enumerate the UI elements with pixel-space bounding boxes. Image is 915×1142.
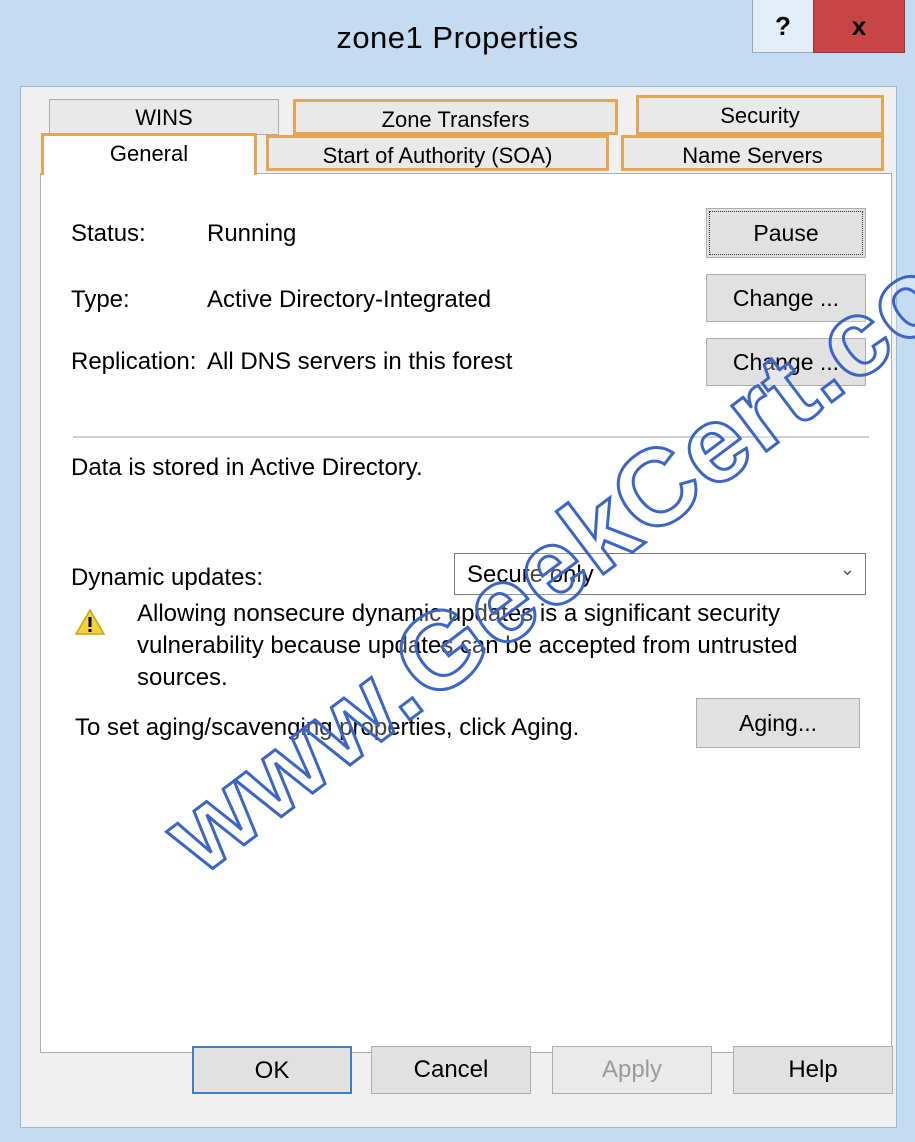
section-divider <box>73 436 869 438</box>
replication-value: All DNS servers in this forest <box>207 348 513 375</box>
pause-button[interactable]: Pause <box>706 208 866 258</box>
tab-general[interactable]: General <box>41 133 257 175</box>
dynamic-updates-select[interactable]: Secure only ⌄ <box>454 553 866 595</box>
aging-text: To set aging/scavenging properties, clic… <box>75 714 580 741</box>
dynamic-updates-label: Dynamic updates: <box>71 564 264 591</box>
general-tab-panel: Status: Running Pause Type: Active Direc… <box>40 173 892 1053</box>
dialog-window: zone1 Properties ? x WINS Zone Transfers… <box>0 0 915 1142</box>
warning-icon <box>74 608 106 643</box>
tab-security[interactable]: Security <box>636 95 884 135</box>
storage-text: Data is stored in Active Directory. <box>71 454 423 481</box>
status-value: Running <box>207 220 297 247</box>
ok-button[interactable]: OK <box>192 1046 352 1094</box>
type-value: Active Directory-Integrated <box>207 286 492 313</box>
chevron-down-icon: ⌄ <box>839 559 855 579</box>
warning-text: Allowing nonsecure dynamic updates is a … <box>137 600 798 691</box>
cancel-button[interactable]: Cancel <box>371 1046 531 1094</box>
title-bar[interactable]: zone1 Properties ? x <box>0 0 915 86</box>
status-label: Status: <box>71 220 146 247</box>
dialog-client: WINS Zone Transfers Security Start of Au… <box>20 86 897 1128</box>
type-label: Type: <box>71 286 130 313</box>
type-change-button[interactable]: Change ... <box>706 274 866 322</box>
aging-button[interactable]: Aging... <box>696 698 860 748</box>
help-title-button[interactable]: ? <box>752 0 814 53</box>
apply-button[interactable]: Apply <box>552 1046 712 1094</box>
dynamic-updates-value: Secure only <box>467 561 594 588</box>
close-button[interactable]: x <box>813 0 905 53</box>
tab-start-of-authority[interactable]: Start of Authority (SOA) <box>266 135 609 171</box>
tab-name-servers[interactable]: Name Servers <box>621 135 884 171</box>
tab-zone-transfers[interactable]: Zone Transfers <box>293 99 618 135</box>
replication-label: Replication: <box>71 348 197 375</box>
replication-change-button[interactable]: Change ... <box>706 338 866 386</box>
tab-wins[interactable]: WINS <box>49 99 279 135</box>
help-button[interactable]: Help <box>733 1046 893 1094</box>
